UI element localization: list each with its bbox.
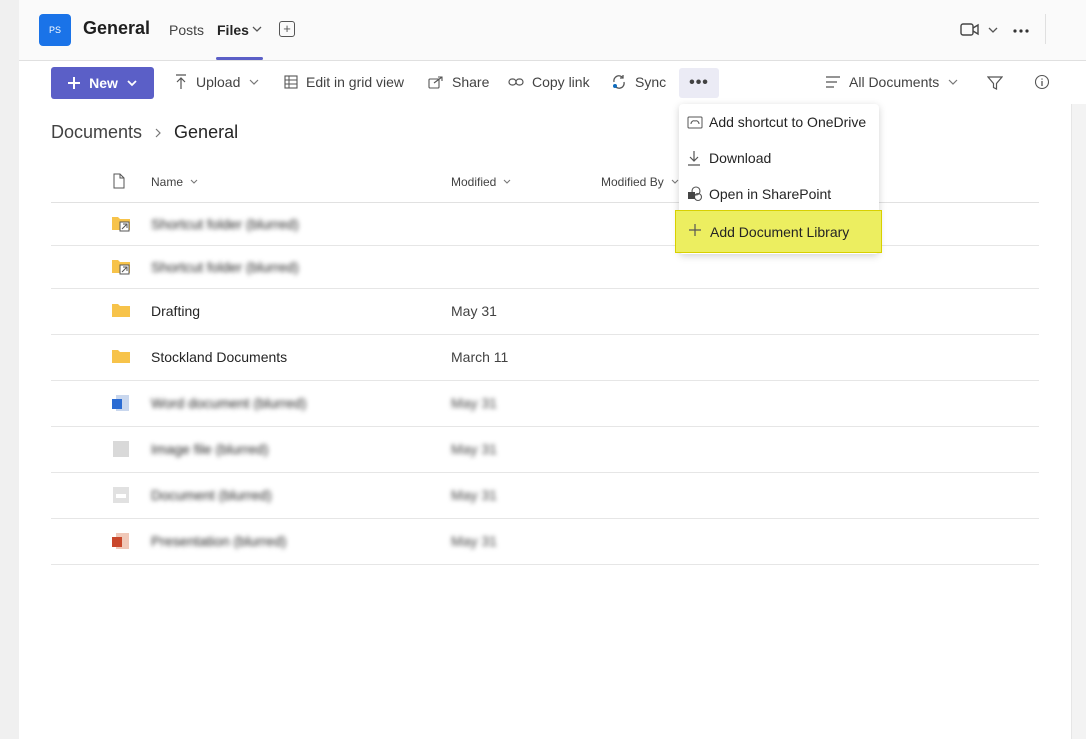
sync-button[interactable]: Sync xyxy=(611,74,666,90)
column-name[interactable]: Name xyxy=(151,175,199,189)
copy-link-button[interactable]: Copy link xyxy=(508,74,590,90)
menu-item-label: Download xyxy=(709,150,772,166)
channel-header: PS General Posts Files + xyxy=(19,0,1086,61)
link-icon xyxy=(508,78,524,86)
download-icon xyxy=(688,151,700,166)
chevron-down-icon xyxy=(249,79,259,85)
modified-date: May 31 xyxy=(451,533,497,549)
modified-date: May 31 xyxy=(451,395,497,411)
chevron-down-icon xyxy=(503,179,511,184)
table-row[interactable]: Word document (blurred) May 31 xyxy=(51,381,1039,427)
file-name[interactable]: Shortcut folder (blurred) xyxy=(151,216,299,232)
add-tab-button[interactable]: + xyxy=(279,21,295,37)
modified-date: March 11 xyxy=(451,349,509,365)
tab-posts[interactable]: Posts xyxy=(169,22,204,38)
table-row[interactable]: Presentation (blurred) May 31 xyxy=(51,519,1039,565)
chevron-down-icon[interactable] xyxy=(987,25,999,35)
plus-icon xyxy=(68,77,81,89)
chevron-down-icon xyxy=(948,79,958,85)
info-icon[interactable] xyxy=(1034,74,1050,90)
file-name[interactable]: Presentation (blurred) xyxy=(151,533,286,549)
table-header: Name Modified Modified By xyxy=(51,165,1039,203)
more-actions-menu: Add shortcut to OneDrive Download Open i… xyxy=(675,104,882,254)
file-type-icon[interactable] xyxy=(113,173,125,189)
edit-grid-label: Edit in grid view xyxy=(306,74,405,90)
new-button-label: New xyxy=(89,75,118,91)
channel-title: General xyxy=(83,18,151,38)
share-icon xyxy=(428,76,443,89)
chevron-down-icon xyxy=(190,179,198,184)
folder-icon xyxy=(112,304,130,317)
upload-label: Upload xyxy=(196,74,241,90)
list-view-icon xyxy=(826,76,840,88)
left-rail xyxy=(0,0,20,739)
menu-item-add-document-library[interactable]: Add Document Library xyxy=(675,210,882,253)
chevron-right-icon xyxy=(155,128,161,137)
shortcut-folder-icon xyxy=(112,260,130,275)
table-row[interactable]: Drafting May 31 xyxy=(51,289,1039,335)
more-options-icon[interactable] xyxy=(1012,28,1030,34)
menu-item-label: Open in SharePoint xyxy=(709,186,832,202)
modified-date: May 31 xyxy=(451,303,497,319)
upload-icon xyxy=(176,74,186,89)
new-button[interactable]: New xyxy=(51,67,154,99)
plus-icon xyxy=(689,224,701,236)
presentation-icon xyxy=(112,533,129,549)
sync-label: Sync xyxy=(635,74,667,90)
image-file-icon xyxy=(113,441,129,457)
file-name[interactable]: Shortcut folder (blurred) xyxy=(151,259,299,275)
chevron-down-icon xyxy=(127,80,137,87)
edit-grid-view-button[interactable]: Edit in grid view xyxy=(284,74,404,90)
word-doc-icon xyxy=(112,395,129,411)
modified-date: May 31 xyxy=(451,487,497,503)
scrollbar-track[interactable] xyxy=(1071,104,1086,739)
header-divider xyxy=(1045,14,1046,44)
table-row[interactable]: Stockland Documents March 11 xyxy=(51,335,1039,381)
breadcrumb-root[interactable]: Documents xyxy=(51,122,142,143)
view-selector[interactable]: All Documents xyxy=(825,74,959,90)
menu-item-label: Add shortcut to OneDrive xyxy=(709,114,867,130)
column-modified-by[interactable]: Modified By xyxy=(601,175,680,189)
upload-button[interactable]: Upload xyxy=(174,74,260,90)
share-label: Share xyxy=(452,74,490,90)
copy-link-label: Copy link xyxy=(532,74,590,90)
file-name[interactable]: Document (blurred) xyxy=(151,487,272,503)
onedrive-shortcut-icon xyxy=(687,116,703,129)
file-name[interactable]: Image file (blurred) xyxy=(151,441,269,457)
column-modified-by-label: Modified By xyxy=(601,175,664,189)
table-row[interactable]: Image file (blurred) May 31 xyxy=(51,427,1039,473)
menu-item-download[interactable]: Download xyxy=(679,140,879,176)
grid-icon xyxy=(284,75,298,89)
file-name[interactable]: Stockland Documents xyxy=(151,349,287,365)
document-icon xyxy=(113,487,129,503)
view-selector-label: All Documents xyxy=(849,74,940,90)
sharepoint-icon xyxy=(688,186,703,202)
menu-item-add-shortcut[interactable]: Add shortcut to OneDrive xyxy=(679,104,879,140)
table-row[interactable]: Shortcut folder (blurred) xyxy=(51,246,1039,289)
table-row[interactable]: Shortcut folder (blurred) xyxy=(51,203,1039,246)
active-tab-indicator xyxy=(216,57,263,60)
folder-icon xyxy=(112,350,130,363)
file-name[interactable]: Drafting xyxy=(151,303,200,319)
filter-icon[interactable] xyxy=(987,75,1003,91)
file-name[interactable]: Word document (blurred) xyxy=(151,395,306,411)
breadcrumb-current: General xyxy=(174,122,239,142)
column-name-label: Name xyxy=(151,175,184,189)
breadcrumb: Documents General xyxy=(51,122,238,143)
modified-date: May 31 xyxy=(451,441,497,457)
chevron-down-icon[interactable] xyxy=(251,24,263,34)
sync-icon xyxy=(613,75,625,89)
table-row[interactable]: Document (blurred) May 31 xyxy=(51,473,1039,519)
files-app: PS General Posts Files + New Upload Edit… xyxy=(19,0,1086,739)
shortcut-folder-icon xyxy=(112,217,130,232)
video-call-icon[interactable] xyxy=(960,22,980,38)
column-modified[interactable]: Modified xyxy=(451,175,512,189)
column-modified-label: Modified xyxy=(451,175,497,189)
menu-item-open-sharepoint[interactable]: Open in SharePoint xyxy=(679,176,879,212)
more-actions-button[interactable]: ••• xyxy=(679,68,719,98)
tab-files[interactable]: Files xyxy=(217,22,249,38)
share-button[interactable]: Share xyxy=(428,74,489,90)
menu-item-label: Add Document Library xyxy=(710,224,850,240)
team-avatar[interactable]: PS xyxy=(39,14,71,46)
